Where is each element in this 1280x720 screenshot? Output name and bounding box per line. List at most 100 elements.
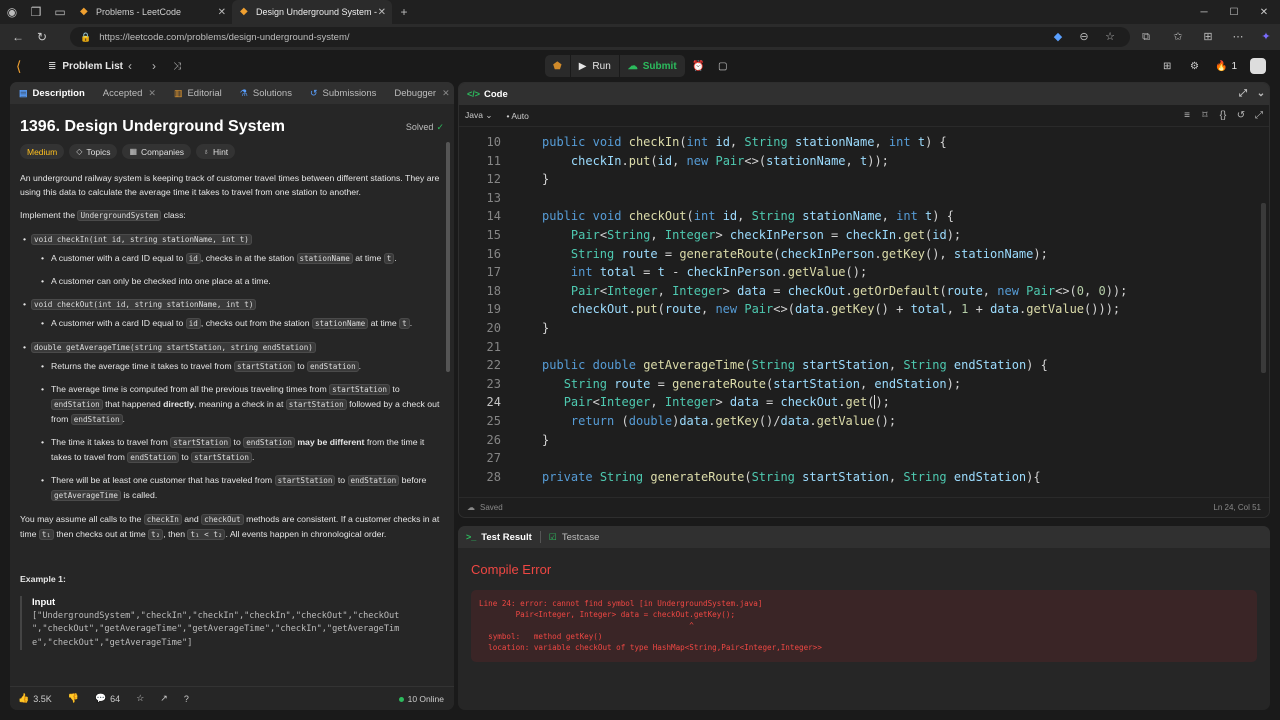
topics-tag[interactable]: ◇ Topics — [69, 144, 118, 159]
run-button[interactable]: ▶ Run — [571, 55, 619, 77]
close-tab-icon[interactable]: ✕ — [218, 7, 226, 18]
code-line: 27 — [486, 451, 501, 466]
next-problem-icon[interactable]: › — [152, 50, 156, 82]
compile-error-title: Compile Error — [471, 562, 552, 577]
comments-button[interactable]: 💬 64 — [87, 693, 128, 704]
list-item: The time it takes to travel from startSt… — [41, 435, 440, 465]
cursor-position: Ln 24, Col 51 — [1213, 503, 1261, 512]
language-select[interactable]: Java ⌄ — [465, 110, 492, 121]
fullscreen-icon[interactable]: ⤢ — [1251, 108, 1267, 124]
lightbulb-icon: ♁ — [203, 146, 210, 156]
block-icon[interactable]: ⊖ — [1076, 29, 1092, 45]
new-tab-icon[interactable]: + — [392, 0, 416, 24]
reset-icon[interactable]: ↺ — [1233, 108, 1249, 124]
tab-description[interactable]: ▤ Description — [10, 82, 94, 104]
tab-submissions[interactable]: ↺ Submissions — [301, 82, 385, 104]
assumptions-paragraph: You may assume all calls to the checkIn … — [20, 514, 440, 540]
tab-accepted[interactable]: Accepted ✕ — [94, 82, 165, 104]
code-line: 13 — [486, 190, 501, 205]
list-item: Returns the average time it takes to tra… — [41, 359, 440, 374]
dislike-button[interactable]: 👎 — [60, 693, 87, 704]
favorite-star-icon[interactable]: ☆ — [1102, 29, 1118, 45]
example-input-line: ["UndergroundSystem","checkIn","checkIn"… — [32, 610, 400, 621]
example-input-label: Input — [32, 597, 56, 608]
code-line: 20} — [486, 321, 550, 335]
list-item: void checkOut(int id, string stationName… — [23, 297, 440, 331]
tab-actions-icon[interactable]: ▭ — [48, 0, 72, 24]
tab-testcase[interactable]: ☑ Testcase — [541, 526, 608, 548]
code-panel-header: </> Code ⤢ ⌄ — [459, 83, 1269, 105]
leetcode-logo-icon[interactable]: ⟨ — [16, 50, 21, 82]
leetcode-header: ⟨ ≣ Problem List ‹ › ⤨ ⬟ ▶ Run ☁ Submit … — [0, 50, 1280, 82]
browser-tab-problems[interactable]: ◆ Problems - LeetCode ✕ — [72, 0, 232, 24]
list-item: A customer with a card ID equal to id, c… — [41, 251, 440, 266]
help-icon[interactable]: ? — [176, 694, 197, 704]
url-text: https://leetcode.com/problems/design-und… — [99, 31, 350, 43]
close-window-icon[interactable]: ✕ — [1248, 0, 1280, 24]
play-icon: ▶ — [578, 60, 587, 72]
tag-row: Medium ◇ Topics ▦ Companies ♁ Hint — [20, 144, 440, 159]
format-icon[interactable]: ≡ — [1179, 108, 1195, 124]
close-tab-icon[interactable]: ✕ — [378, 7, 386, 18]
expand-icon[interactable]: ⤢ — [1235, 86, 1251, 102]
back-icon[interactable]: ← — [6, 25, 30, 49]
workspaces-icon[interactable]: ❒ — [24, 0, 48, 24]
like-button[interactable]: 👍 3.5K — [10, 693, 60, 704]
tab-test-result[interactable]: >_ Test Result — [458, 526, 540, 548]
share-icon[interactable]: ↗ — [152, 693, 176, 704]
profile-icon[interactable]: ◉ — [0, 0, 24, 24]
prev-problem-icon[interactable]: ‹ — [128, 50, 132, 82]
extension-icon[interactable]: ◆ — [1050, 29, 1066, 45]
description-footer: 👍 3.5K 👎 💬 64 ☆ ↗ ? 10 Online — [10, 686, 454, 710]
notes-icon[interactable]: ▢ — [718, 50, 727, 82]
browser-tab-design-underground[interactable]: ◆ Design Underground System - Le ✕ — [232, 0, 392, 24]
lock-icon: 🔒 — [80, 31, 92, 42]
collections-icon[interactable]: ⊞ — [1200, 29, 1216, 45]
editor-scrollbar[interactable] — [1261, 203, 1266, 373]
editor-status-bar: ☁ Saved Ln 24, Col 51 — [459, 497, 1269, 517]
example-input-line: e","checkOut","getAverageTime"] — [32, 637, 193, 648]
hint-tag[interactable]: ♁ Hint — [196, 144, 236, 159]
star-icon[interactable]: ☆ — [128, 693, 152, 704]
collapse-icon[interactable]: ⌄ — [1253, 86, 1269, 102]
debug-icon[interactable]: ⬟ — [545, 55, 570, 77]
refresh-icon[interactable]: ↻ — [30, 25, 54, 49]
shuffle-icon[interactable]: ⤨ — [173, 50, 181, 82]
close-tab-icon[interactable]: ✕ — [442, 88, 450, 99]
description-scrollbar[interactable] — [446, 142, 450, 372]
extensions-puzzle-icon[interactable]: ⧉ — [1138, 29, 1154, 45]
settings-gear-icon[interactable]: ⚙ — [1190, 50, 1199, 82]
checkbox-icon: ☑ — [548, 531, 557, 542]
tab-solutions[interactable]: ⚗ Solutions — [231, 82, 301, 104]
problem-list-button[interactable]: ≣ Problem List — [48, 50, 123, 82]
tab-editorial[interactable]: ▥ Editorial — [165, 82, 231, 104]
result-tab-bar: >_ Test Result ☑ Testcase — [458, 526, 1270, 548]
braces-icon[interactable]: {} — [1215, 108, 1231, 124]
timer-icon[interactable]: ⏰ — [692, 50, 704, 82]
list-icon: ≣ — [48, 60, 57, 72]
copilot-icon[interactable]: ✦ — [1258, 29, 1274, 45]
bookmark-icon[interactable]: ⌑ — [1197, 108, 1213, 124]
code-line: 19 checkOut.put(route, new Pair<>(data.g… — [486, 302, 1121, 317]
companies-tag[interactable]: ▦ Companies — [122, 144, 192, 159]
intro-paragraph: An underground railway system is keeping… — [20, 173, 440, 197]
more-icon[interactable]: ⋯ — [1230, 29, 1246, 45]
difficulty-badge[interactable]: Medium — [20, 144, 65, 159]
tab-debugger[interactable]: Debugger ✕ — [385, 82, 454, 104]
code-line: 23 String route = generateRoute(startSta… — [486, 376, 962, 391]
url-field[interactable]: 🔒 https://leetcode.com/problems/design-u… — [70, 27, 1130, 47]
avatar[interactable] — [1250, 50, 1266, 82]
mode-select[interactable]: • Auto — [506, 111, 528, 121]
code-editor[interactable]: 10 public void checkIn(int id, String sta… — [459, 127, 1269, 497]
submit-button[interactable]: ☁ Submit — [620, 55, 685, 77]
layout-icon[interactable]: ⊞ — [1163, 50, 1171, 82]
test-result-panel: >_ Test Result ☑ Testcase Compile Error … — [458, 526, 1270, 710]
favorites-icon[interactable]: ✩ — [1170, 29, 1186, 45]
code-line: 12} — [486, 172, 550, 187]
streak-counter[interactable]: 🔥 1 — [1215, 50, 1237, 82]
close-tab-icon[interactable]: ✕ — [148, 88, 156, 99]
maximize-icon[interactable]: ☐ — [1218, 0, 1250, 24]
code-line: 11 checkIn.put(id, new Pair<>(stationNam… — [486, 153, 889, 168]
list-item: void checkIn(int id, string stationName,… — [23, 232, 440, 288]
minimize-icon[interactable]: ─ — [1188, 0, 1220, 24]
